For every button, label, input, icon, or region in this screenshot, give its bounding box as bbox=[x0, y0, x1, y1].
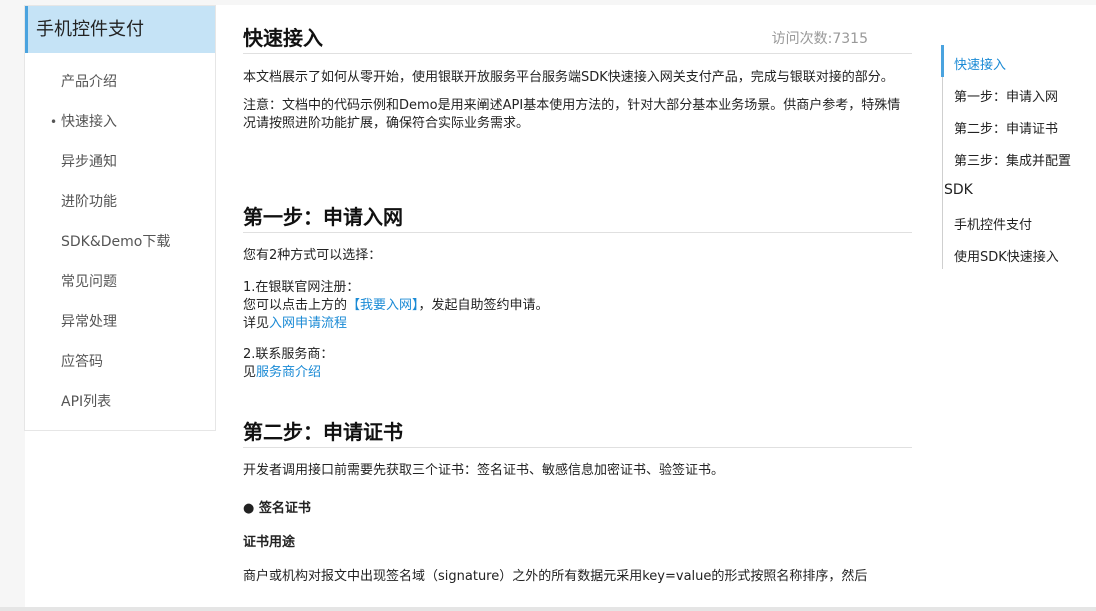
step1-option1-title: 1.在银联官网注册： bbox=[243, 280, 360, 295]
sidebar-item-advanced[interactable]: 进阶功能 bbox=[25, 182, 215, 222]
sidebar-item-exceptions[interactable]: 异常处理 bbox=[25, 302, 215, 342]
sidebar-item-sdk-demo[interactable]: SDK&Demo下载 bbox=[25, 222, 215, 262]
sidebar-item-api-list[interactable]: API列表 bbox=[25, 382, 215, 422]
network-process-link[interactable]: 入网申请流程 bbox=[269, 316, 347, 331]
horizontal-scrollbar[interactable] bbox=[0, 607, 1096, 611]
toc-item-quick-start[interactable]: 快速接入 bbox=[954, 54, 1006, 73]
step1-option1-text: 您可以点击上方的【我要入网】，发起自助签约申请。 bbox=[243, 297, 912, 315]
step2-heading: 第二步：申请证书 bbox=[243, 416, 912, 448]
detail-prefix: 详见 bbox=[243, 316, 270, 331]
title-row: 快速接入 访问次数:7315 bbox=[243, 5, 912, 54]
toc-item-step1[interactable]: 第一步：申请入网 bbox=[954, 86, 1058, 105]
cert-usage-text: 商户或机构对报文中出现签名域（signature）之外的所有数据元采用key=v… bbox=[243, 569, 868, 584]
sidebar-item-response-codes[interactable]: 应答码 bbox=[25, 342, 215, 382]
sidebar-item-product-intro[interactable]: 产品介绍 bbox=[25, 62, 215, 102]
step1-option1-text-b: ，发起自助签约申请。 bbox=[418, 298, 549, 313]
visit-count: 访问次数:7315 bbox=[771, 31, 868, 47]
toc-active-indicator bbox=[941, 45, 944, 77]
toc-item-step2[interactable]: 第二步：申请证书 bbox=[954, 118, 1058, 137]
step1-lead: 您有2种方式可以选择： bbox=[243, 248, 382, 263]
sidebar-item-async-notify[interactable]: 异步通知 bbox=[25, 142, 215, 182]
sidebar-title: 手机控件支付 bbox=[25, 6, 215, 53]
note-paragraph: 注意：文档中的代码示例和Demo是用来阐述API基本使用方法的，针对大部分基本业… bbox=[243, 98, 901, 131]
toc-item-use-sdk[interactable]: 使用SDK快速接入 bbox=[954, 246, 1059, 265]
cert-usage-subheading: 证书用途 bbox=[243, 535, 296, 550]
sidebar-item-faq[interactable]: 常见问题 bbox=[25, 262, 215, 302]
step1-option2: 2.联系服务商： 见服务商介绍 bbox=[243, 346, 912, 382]
toc-item-step3[interactable]: 第三步：集成并配置 bbox=[954, 150, 1071, 169]
toc-item-step3-continued[interactable]: SDK bbox=[944, 182, 973, 198]
table-of-contents: 快速接入 第一步：申请入网 第二步：申请证书 第三步：集成并配置 SDK 手机控… bbox=[941, 45, 1096, 269]
sidebar: 手机控件支付 产品介绍 快速接入 异步通知 进阶功能 SDK&Demo下载 常见… bbox=[24, 5, 216, 431]
step2-lead: 开发者调用接口前需要先获取三个证书：签名证书、敏感信息加密证书、验签证书。 bbox=[243, 463, 725, 478]
step1-option1-text-a: 您可以点击上方的 bbox=[243, 298, 348, 313]
sidebar-item-quick-start[interactable]: 快速接入 bbox=[25, 102, 215, 142]
apply-network-link[interactable]: 【我要入网】 bbox=[347, 298, 419, 313]
toc-item-mobile-control-pay[interactable]: 手机控件支付 bbox=[954, 214, 1032, 233]
step1-option2-title: 2.联系服务商： bbox=[243, 347, 334, 362]
page-title: 快速接入 bbox=[243, 26, 323, 50]
step1-heading: 第一步：申请入网 bbox=[243, 201, 912, 233]
intro-paragraph: 本文档展示了如何从零开始，使用银联开放服务平台服务端SDK快速接入网关支付产品，… bbox=[243, 70, 894, 85]
step1-option1: 1.在银联官网注册： 您可以点击上方的【我要入网】，发起自助签约申请。 详见入网… bbox=[243, 279, 912, 333]
option2-prefix: 见 bbox=[243, 365, 257, 380]
sidebar-list: 产品介绍 快速接入 异步通知 进阶功能 SDK&Demo下载 常见问题 异常处理… bbox=[25, 62, 215, 422]
step1-option1-detail: 详见入网申请流程 bbox=[243, 315, 912, 333]
signing-cert-bullet: ● 签名证书 bbox=[243, 501, 311, 516]
service-provider-link[interactable]: 服务商介绍 bbox=[256, 365, 321, 380]
main-content: 快速接入 访问次数:7315 本文档展示了如何从零开始，使用银联开放服务平台服务… bbox=[243, 5, 912, 586]
step1-option2-text: 见服务商介绍 bbox=[243, 364, 912, 382]
